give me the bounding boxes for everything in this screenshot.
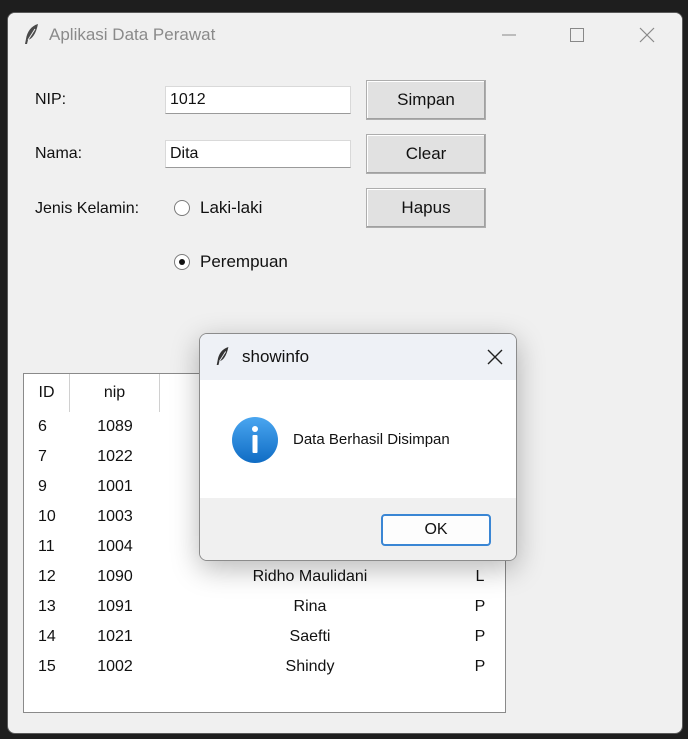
cell-nama: Rina: [293, 598, 327, 615]
clear-button[interactable]: Clear: [366, 134, 486, 174]
cell-nip: 1002: [97, 658, 133, 675]
column-header-nip[interactable]: nip: [70, 374, 160, 412]
cell-jenis-kelamin: L: [475, 568, 485, 585]
cell-nama: Shindy: [285, 658, 335, 675]
table-row[interactable]: 12 1090 Ridho Maulidani L: [24, 562, 505, 592]
cell-nip: 1021: [97, 628, 133, 645]
close-icon: [487, 349, 503, 365]
maximize-button[interactable]: [542, 13, 612, 57]
radio-label-laki-laki: Laki-laki: [200, 198, 263, 217]
maximize-icon: [570, 28, 584, 42]
hapus-button[interactable]: Hapus: [366, 188, 486, 228]
dialog-title: showinfo: [242, 347, 310, 366]
cell-nip: 1022: [97, 448, 133, 465]
dialog-footer: OK: [200, 498, 516, 560]
nama-label: Nama:: [35, 145, 83, 162]
column-header-id[interactable]: ID: [24, 374, 70, 412]
close-button[interactable]: [612, 13, 682, 57]
info-icon: [232, 417, 278, 463]
cell-nip: 1090: [97, 568, 133, 585]
ok-button[interactable]: OK: [381, 514, 491, 546]
cell-nip: 1001: [97, 478, 133, 495]
minimize-button[interactable]: [474, 13, 544, 57]
table-row[interactable]: 15 1002 Shindy P: [24, 652, 505, 682]
feather-icon: [25, 24, 38, 44]
cell-nip: 1004: [97, 538, 133, 555]
table-row[interactable]: 13 1091 Rina P: [24, 592, 505, 622]
nip-label: NIP:: [35, 91, 67, 108]
nip-input[interactable]: [165, 86, 351, 114]
radio-circle: [174, 200, 190, 216]
radio-laki-laki[interactable]: Laki-laki: [174, 198, 262, 218]
simpan-button[interactable]: Simpan: [366, 80, 486, 120]
cell-nip: 1091: [97, 598, 133, 615]
minimize-icon: [502, 34, 516, 36]
table-row[interactable]: 14 1021 Saefti P: [24, 622, 505, 652]
window-title: Aplikasi Data Perawat: [49, 25, 216, 44]
title-bar[interactable]: Aplikasi Data Perawat: [8, 13, 682, 57]
dialog-title-bar[interactable]: showinfo: [200, 334, 516, 380]
cell-nip: 1089: [97, 418, 133, 435]
dialog-close-button[interactable]: [472, 334, 516, 380]
info-dialog: showinfo Data Berhasil Disimpan OK: [199, 333, 517, 561]
dialog-body: Data Berhasil Disimpan: [200, 380, 516, 498]
jenis-kelamin-label: Jenis Kelamin:: [35, 200, 140, 217]
cell-jenis-kelamin: P: [474, 598, 486, 615]
radio-label-perempuan: Perempuan: [200, 252, 288, 271]
nama-input[interactable]: [165, 140, 351, 168]
close-icon: [639, 27, 655, 43]
radio-circle-checked: [174, 254, 190, 270]
cell-nip: 1003: [97, 508, 133, 525]
dialog-message: Data Berhasil Disimpan: [293, 431, 450, 448]
cell-jenis-kelamin: P: [474, 628, 486, 645]
feather-icon: [216, 347, 229, 365]
cell-nama: Saefti: [289, 628, 331, 645]
cell-nama: Ridho Maulidani: [252, 568, 368, 585]
cell-jenis-kelamin: P: [474, 658, 486, 675]
radio-perempuan[interactable]: Perempuan: [174, 252, 288, 272]
